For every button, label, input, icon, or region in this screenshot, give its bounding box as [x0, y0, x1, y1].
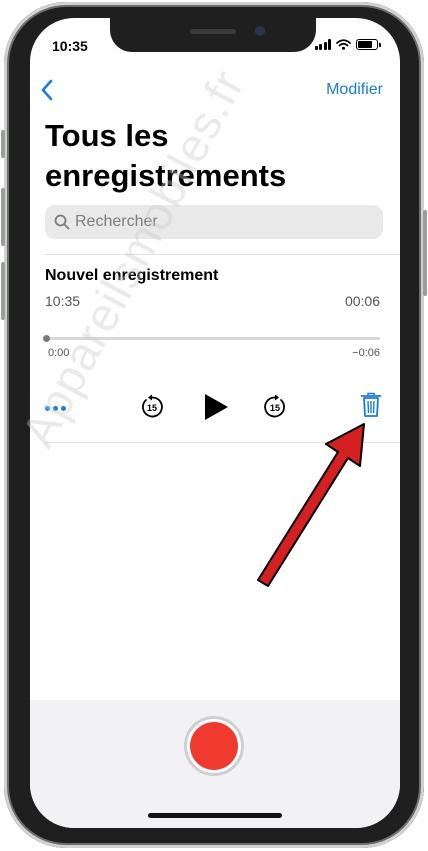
elapsed-time: 0:00 — [48, 347, 70, 359]
volume-down-button — [1, 262, 5, 320]
skip-back-label: 15 — [147, 403, 157, 413]
record-button[interactable] — [184, 716, 244, 776]
playback-scrubber[interactable] — [43, 335, 380, 342]
search-icon — [54, 214, 70, 230]
remaining-time: −0:06 — [352, 347, 380, 359]
ellipsis-icon — [45, 405, 50, 411]
status-time: 10:35 — [52, 38, 88, 54]
volume-up-button — [1, 188, 5, 246]
recording-duration: 00:06 — [344, 293, 380, 309]
search-bar[interactable] — [45, 205, 383, 239]
edit-button[interactable]: Modifier — [326, 81, 383, 99]
status-icons — [314, 39, 381, 50]
scrubber-thumb[interactable] — [43, 335, 50, 342]
divider — [45, 254, 400, 255]
front-camera — [255, 26, 265, 36]
chevron-left-icon[interactable] — [38, 78, 58, 102]
earpiece-speaker — [190, 29, 236, 34]
screen: 10:35 Modifier Tous les enregistrements … — [30, 18, 400, 828]
home-indicator[interactable] — [148, 813, 282, 818]
page-title: Tous les enregistrements — [45, 118, 287, 193]
power-button — [423, 210, 427, 296]
record-dot-icon — [190, 722, 238, 770]
skip-forward-15-button[interactable]: 15 — [262, 394, 288, 420]
search-input[interactable] — [75, 213, 355, 231]
recording-title[interactable]: Nouvel enregistrement — [45, 267, 218, 285]
wifi-icon — [336, 39, 351, 50]
skip-back-15-button[interactable]: 15 — [139, 394, 165, 420]
divider — [45, 442, 400, 443]
trash-icon[interactable] — [360, 392, 382, 418]
more-options-button[interactable] — [45, 402, 71, 414]
play-button[interactable] — [202, 392, 230, 422]
notch — [110, 18, 316, 52]
recording-time: 10:35 — [45, 293, 81, 309]
cellular-signal-icon — [314, 39, 331, 50]
silent-switch — [1, 130, 5, 158]
skip-forward-label: 15 — [270, 403, 280, 413]
play-icon — [205, 394, 228, 420]
battery-icon — [356, 39, 381, 50]
